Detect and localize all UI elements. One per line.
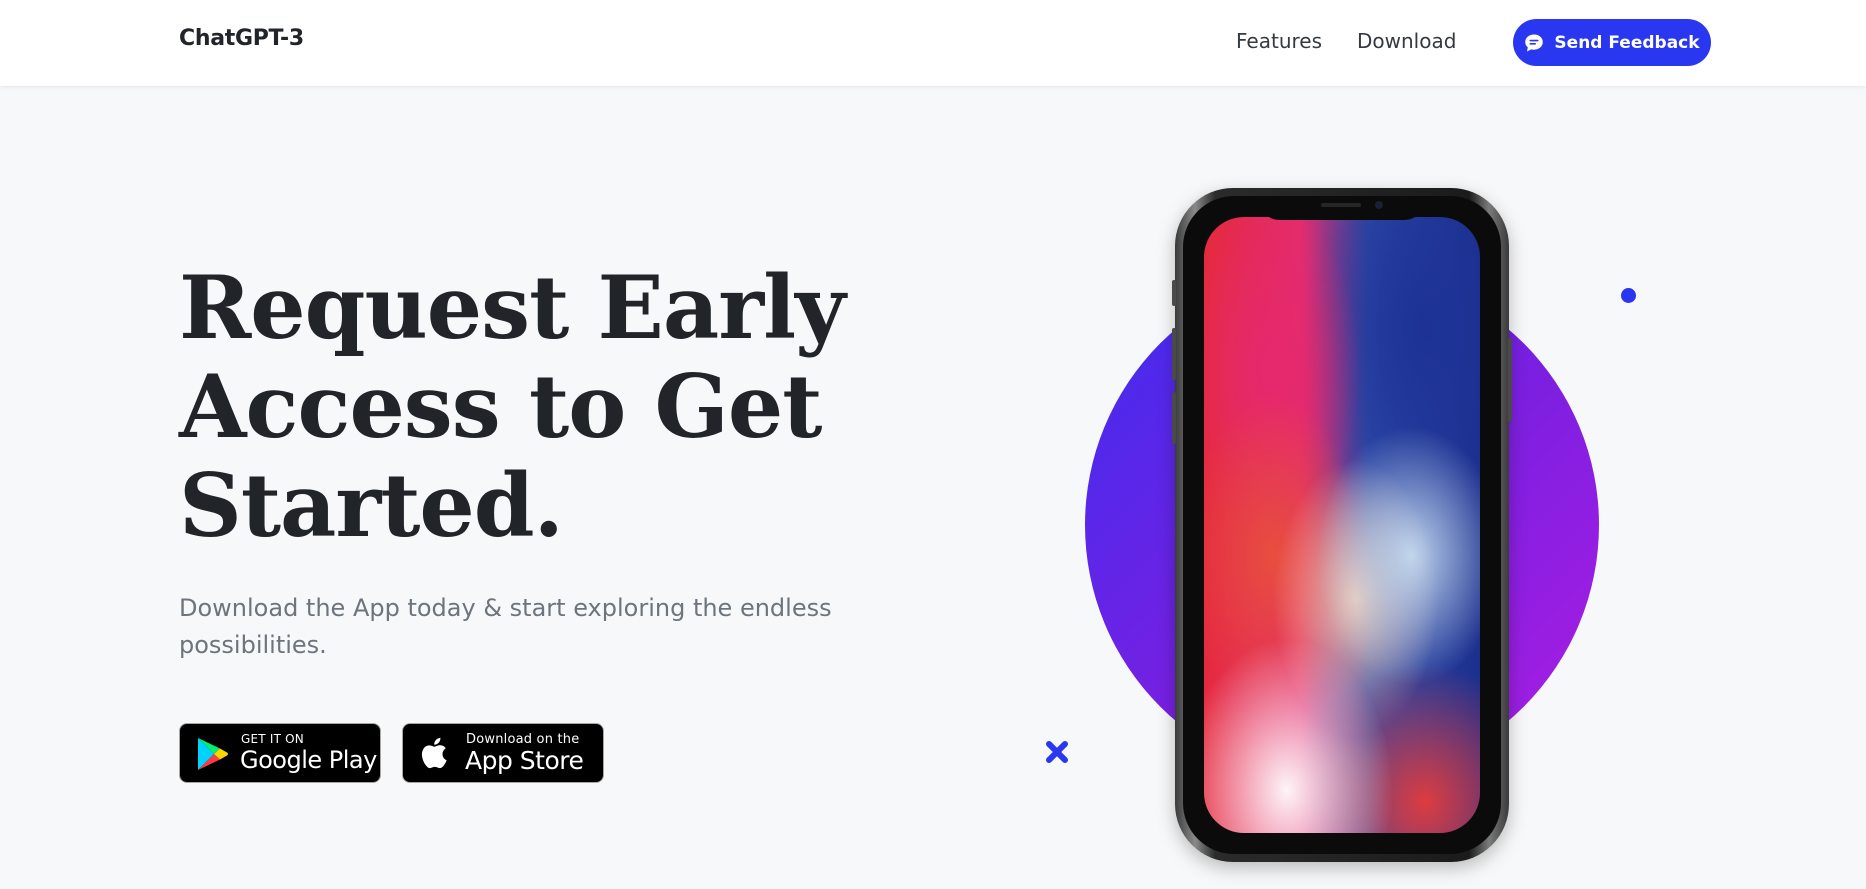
- google-play-icon: [194, 736, 230, 776]
- send-feedback-button[interactable]: Send Feedback: [1513, 19, 1711, 66]
- phone-notch: [1261, 196, 1423, 220]
- navbar: ChatGPT-3 Features Download Send Feedbac…: [0, 0, 1866, 86]
- google-badge-small-text: GET IT ON: [241, 732, 304, 746]
- phone-power-button: [1508, 338, 1512, 422]
- nav-link-download[interactable]: Download: [1357, 29, 1456, 53]
- phone-volume-down: [1172, 392, 1176, 444]
- apple-icon: [419, 734, 453, 776]
- brand-logo[interactable]: ChatGPT-3: [179, 26, 304, 51]
- phone-speaker: [1321, 203, 1361, 207]
- decorative-dot: [1621, 288, 1636, 303]
- nav-link-features[interactable]: Features: [1236, 29, 1322, 53]
- decorative-x-icon: [1045, 740, 1069, 768]
- phone-bezel: [1183, 196, 1501, 854]
- app-store-badge[interactable]: Download on the App Store: [402, 723, 604, 783]
- camera-icon: [1375, 201, 1383, 209]
- apple-badge-small-text: Download on the: [466, 732, 580, 747]
- google-play-badge[interactable]: GET IT ON Google Play: [179, 723, 381, 783]
- google-badge-big-text: Google Play: [240, 746, 377, 774]
- page-title: Request Early Access to Get Started.: [179, 256, 846, 557]
- phone-mockup: [1172, 188, 1512, 862]
- apple-badge-big-text: App Store: [465, 746, 584, 775]
- phone-volume-up: [1172, 328, 1176, 380]
- page-subtitle: Download the App today & start exploring…: [179, 594, 832, 659]
- phone-screen-wallpaper: [1204, 217, 1480, 833]
- send-feedback-label: Send Feedback: [1554, 32, 1700, 53]
- chat-bubble-icon: [1524, 33, 1544, 53]
- phone-silent-switch: [1172, 280, 1176, 306]
